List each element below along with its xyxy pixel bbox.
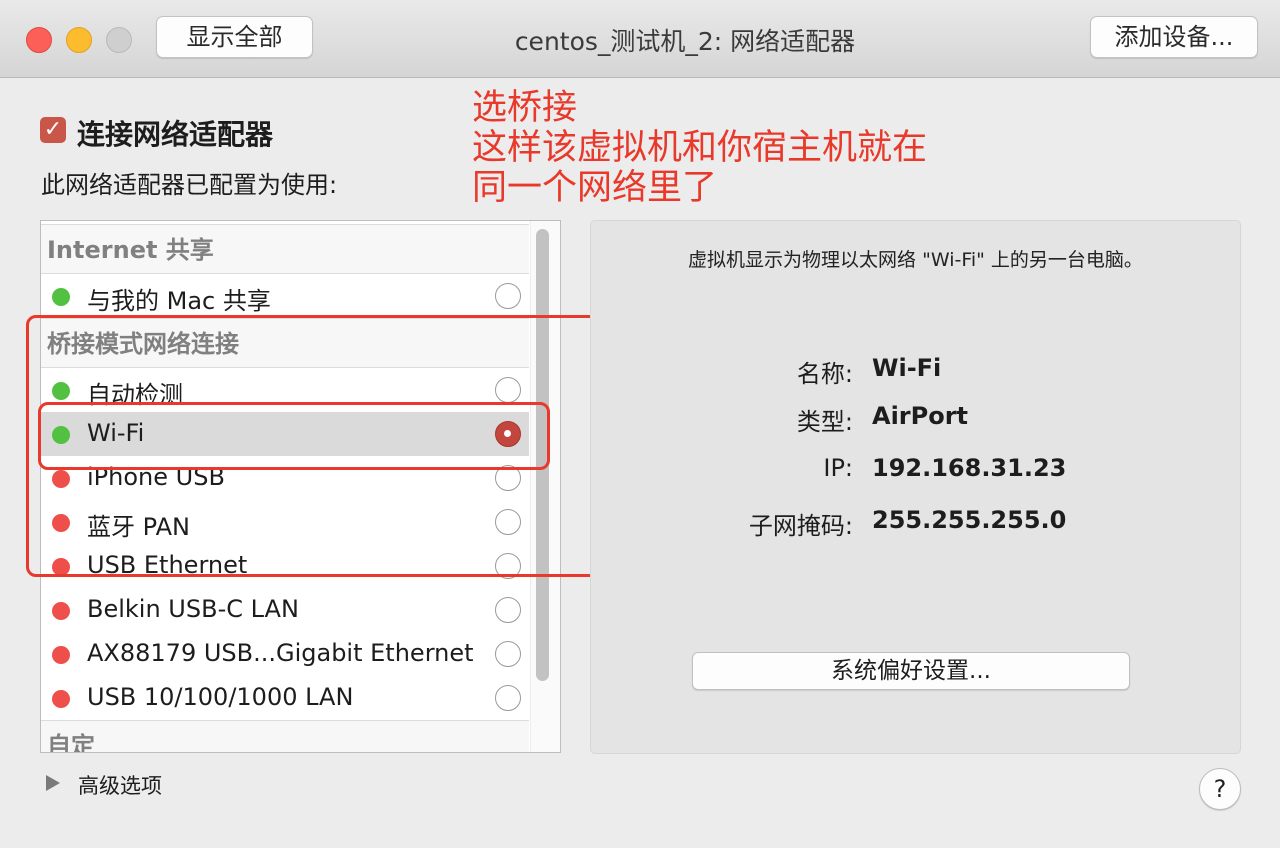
- advanced-options-label[interactable]: 高级选项: [78, 770, 162, 800]
- window-title: centos_测试机_2: 网络适配器: [514, 27, 856, 56]
- adapter-radio-button[interactable]: [495, 283, 521, 309]
- subnet-mask-value: 255.255.255.0: [872, 506, 1067, 534]
- status-dot-icon: [52, 288, 70, 306]
- type-value: AirPort: [872, 402, 969, 430]
- annotation-text: 选桥接 这样该虚拟机和你宿主机就在 同一个网络里了: [472, 88, 928, 208]
- connect-adapter-label[interactable]: 连接网络适配器: [77, 113, 273, 153]
- help-button[interactable]: ?: [1199, 768, 1241, 810]
- adapter-row[interactable]: AX88179 USB...Gigabit Ethernet: [41, 632, 529, 676]
- group-header: Internet 共享: [41, 224, 529, 274]
- close-window-button[interactable]: [26, 27, 52, 53]
- add-device-button[interactable]: 添加设备...: [1090, 16, 1258, 58]
- status-dot-icon: [52, 602, 70, 620]
- wifi-row-highlight: [38, 402, 550, 470]
- adapter-description: 虚拟机显示为物理以太网络 "Wi-Fi" 上的另一台电脑。: [688, 249, 1143, 271]
- adapter-radio-button[interactable]: [495, 685, 521, 711]
- type-key: 类型:: [796, 408, 853, 436]
- adapter-label: AX88179 USB...Gigabit Ethernet: [87, 639, 474, 667]
- minimize-window-button[interactable]: [66, 27, 92, 53]
- name-key: 名称:: [796, 360, 853, 388]
- adapter-radio-button[interactable]: [495, 597, 521, 623]
- group-header: 自定: [41, 720, 529, 752]
- adapter-row[interactable]: 与我的 Mac 共享: [41, 274, 529, 318]
- adapter-label: Belkin USB-C LAN: [87, 595, 299, 623]
- subnet-mask-key: 子网掩码:: [748, 512, 853, 540]
- status-dot-icon: [52, 690, 70, 708]
- zoom-window-button[interactable]: [106, 27, 132, 53]
- title-bar: 显示全部 centos_测试机_2: 网络适配器 添加设备...: [0, 0, 1280, 78]
- adapter-label: 与我的 Mac 共享: [87, 287, 271, 315]
- show-all-button[interactable]: 显示全部: [156, 16, 313, 58]
- system-preferences-button[interactable]: 系统偏好设置...: [692, 652, 1130, 690]
- adapter-label: USB 10/100/1000 LAN: [87, 683, 354, 711]
- ip-key: IP:: [823, 454, 853, 482]
- ip-value: 192.168.31.23: [872, 454, 1067, 482]
- name-value: Wi-Fi: [872, 354, 942, 382]
- connect-adapter-checkbox[interactable]: ✓: [40, 117, 66, 143]
- adapter-row[interactable]: Belkin USB-C LAN: [41, 588, 529, 632]
- status-dot-icon: [52, 646, 70, 664]
- adapter-row[interactable]: USB 10/100/1000 LAN: [41, 676, 529, 720]
- disclosure-triangle-icon[interactable]: [46, 775, 60, 791]
- adapter-radio-button[interactable]: [495, 641, 521, 667]
- configured-for-label: 此网络适配器已配置为使用:: [41, 171, 338, 199]
- adapter-detail-panel: 虚拟机显示为物理以太网络 "Wi-Fi" 上的另一台电脑。 名称: Wi-Fi …: [590, 220, 1241, 754]
